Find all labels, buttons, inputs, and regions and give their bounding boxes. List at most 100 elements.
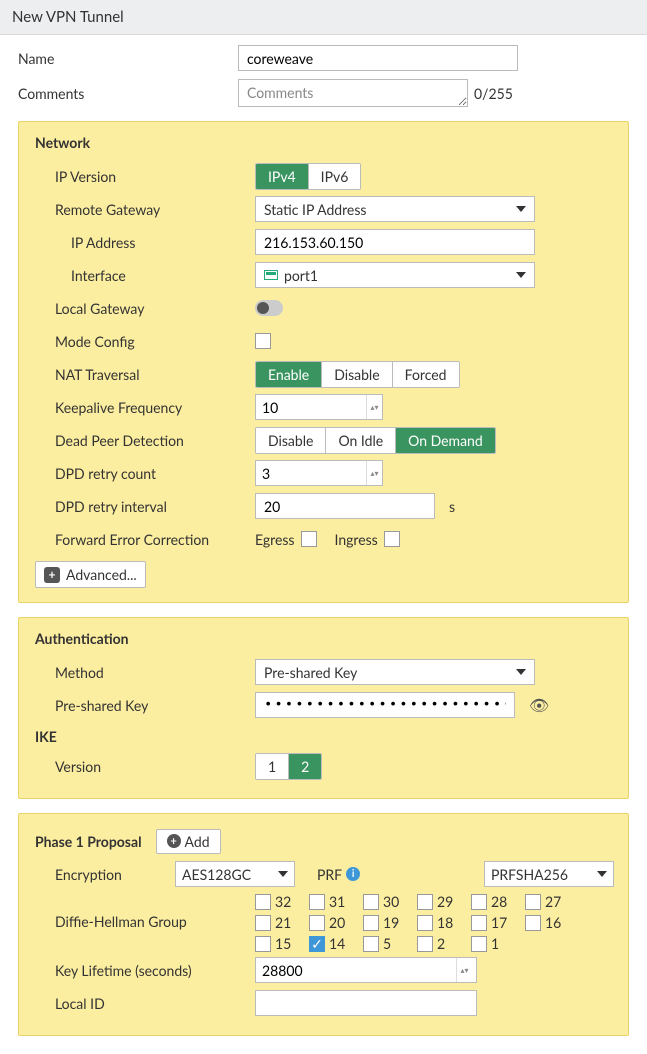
ipv6-option[interactable]: IPv6 bbox=[309, 164, 361, 189]
dh-group-30[interactable]: 30 bbox=[363, 893, 407, 910]
window-title: New VPN Tunnel bbox=[0, 0, 647, 35]
dh-label-17: 17 bbox=[491, 914, 507, 931]
phase1-head: Phase 1 Proposal bbox=[35, 833, 142, 850]
dh-group-2[interactable]: 2 bbox=[417, 935, 461, 952]
dpd-on-idle-option[interactable]: On Idle bbox=[326, 428, 396, 453]
dpd-retry-count-input[interactable] bbox=[256, 462, 366, 484]
dh-group-15[interactable]: 15 bbox=[255, 935, 299, 952]
fec-ingress-checkbox[interactable] bbox=[384, 531, 400, 547]
dh-checkbox-30[interactable] bbox=[363, 894, 379, 910]
keepalive-label: Keepalive Frequency bbox=[55, 399, 255, 416]
interface-dropdown[interactable]: port1 bbox=[255, 262, 535, 288]
chevron-down-icon bbox=[516, 669, 526, 675]
dh-group-label: Diffie-Hellman Group bbox=[55, 893, 255, 930]
reveal-password-icon[interactable]: 👁 bbox=[529, 696, 549, 715]
dh-group-28[interactable]: 28 bbox=[471, 893, 515, 910]
ip-address-label: IP Address bbox=[55, 234, 255, 251]
dh-checkbox-27[interactable] bbox=[525, 894, 541, 910]
psk-input[interactable] bbox=[255, 692, 515, 718]
dh-checkbox-1[interactable] bbox=[471, 936, 487, 952]
dh-group-1[interactable]: 1 bbox=[471, 935, 515, 952]
dpd-retry-count-stepper[interactable]: ▴▾ bbox=[255, 460, 383, 486]
keepalive-input[interactable] bbox=[256, 396, 366, 418]
spinner-icon[interactable]: ▴▾ bbox=[366, 461, 382, 485]
dh-label-2: 2 bbox=[437, 935, 445, 952]
dh-group-32[interactable]: 32 bbox=[255, 893, 299, 910]
dh-checkbox-18[interactable] bbox=[417, 915, 433, 931]
network-panel: Network IP Version IPv4 IPv6 Remote Gate… bbox=[18, 121, 629, 603]
fec-egress-checkbox[interactable] bbox=[301, 531, 317, 547]
dh-group-5[interactable]: 5 bbox=[363, 935, 407, 952]
dpd-retry-interval-label: DPD retry interval bbox=[55, 498, 255, 515]
dh-group-18[interactable]: 18 bbox=[417, 914, 461, 931]
dh-checkbox-15[interactable] bbox=[255, 936, 271, 952]
advanced-label: Advanced... bbox=[66, 566, 137, 583]
nat-traversal-segment: Enable Disable Forced bbox=[255, 361, 460, 388]
dpd-retry-count-label: DPD retry count bbox=[55, 465, 255, 482]
dh-checkbox-29[interactable] bbox=[417, 894, 433, 910]
dh-group-16[interactable]: 16 bbox=[525, 914, 569, 931]
ike-v2-option[interactable]: 2 bbox=[289, 754, 321, 779]
comments-textarea[interactable] bbox=[238, 79, 468, 107]
port-icon bbox=[264, 270, 278, 280]
encryption-dropdown[interactable]: AES128GC bbox=[175, 861, 295, 887]
dh-label-15: 15 bbox=[275, 935, 291, 952]
dh-label-5: 5 bbox=[383, 935, 391, 952]
nat-enable-option[interactable]: Enable bbox=[256, 362, 322, 387]
dh-checkbox-17[interactable] bbox=[471, 915, 487, 931]
ike-v1-option[interactable]: 1 bbox=[256, 754, 289, 779]
dh-checkbox-14[interactable]: ✓ bbox=[309, 936, 325, 952]
ipv4-option[interactable]: IPv4 bbox=[256, 164, 309, 189]
dh-group-17[interactable]: 17 bbox=[471, 914, 515, 931]
mode-config-checkbox[interactable] bbox=[255, 333, 271, 349]
advanced-button[interactable]: + Advanced... bbox=[35, 561, 146, 588]
dpd-retry-interval-input[interactable] bbox=[255, 493, 435, 519]
dh-group-20[interactable]: 20 bbox=[309, 914, 353, 931]
dh-checkbox-20[interactable] bbox=[309, 915, 325, 931]
dh-group-19[interactable]: 19 bbox=[363, 914, 407, 931]
local-id-input[interactable] bbox=[255, 990, 477, 1016]
dh-checkbox-2[interactable] bbox=[417, 936, 433, 952]
keepalive-stepper[interactable]: ▴▾ bbox=[255, 394, 383, 420]
ike-version-label: Version bbox=[55, 758, 255, 775]
name-label: Name bbox=[18, 50, 238, 67]
local-id-label: Local ID bbox=[55, 995, 255, 1012]
spinner-icon[interactable]: ▴▾ bbox=[456, 958, 472, 982]
remote-gateway-dropdown[interactable]: Static IP Address bbox=[255, 196, 535, 222]
dh-checkbox-19[interactable] bbox=[363, 915, 379, 931]
spinner-icon[interactable]: ▴▾ bbox=[366, 395, 382, 419]
local-gateway-toggle[interactable] bbox=[255, 300, 283, 316]
dpd-on-demand-option[interactable]: On Demand bbox=[396, 428, 495, 453]
dpd-disable-option[interactable]: Disable bbox=[256, 428, 326, 453]
method-dropdown[interactable]: Pre-shared Key bbox=[255, 659, 535, 685]
nat-forced-option[interactable]: Forced bbox=[393, 362, 459, 387]
dh-checkbox-31[interactable] bbox=[309, 894, 325, 910]
psk-label: Pre-shared Key bbox=[55, 697, 255, 714]
prf-dropdown[interactable]: PRFSHA256 bbox=[484, 861, 614, 887]
dh-checkbox-28[interactable] bbox=[471, 894, 487, 910]
comments-counter: 0/255 bbox=[474, 85, 513, 102]
ike-head: IKE bbox=[35, 728, 614, 745]
dh-checkbox-32[interactable] bbox=[255, 894, 271, 910]
dh-group-14[interactable]: ✓14 bbox=[309, 935, 353, 952]
dh-label-30: 30 bbox=[383, 893, 399, 910]
dh-group-31[interactable]: 31 bbox=[309, 893, 353, 910]
dh-label-27: 27 bbox=[545, 893, 561, 910]
add-proposal-button[interactable]: + Add bbox=[156, 829, 221, 854]
key-lifetime-input[interactable] bbox=[256, 959, 456, 981]
info-icon[interactable]: i bbox=[346, 867, 360, 881]
dh-checkbox-5[interactable] bbox=[363, 936, 379, 952]
network-head: Network bbox=[35, 134, 614, 151]
dh-label-31: 31 bbox=[329, 893, 345, 910]
nat-disable-option[interactable]: Disable bbox=[322, 362, 392, 387]
dh-group-27[interactable]: 27 bbox=[525, 893, 569, 910]
ip-address-input[interactable] bbox=[255, 229, 535, 255]
key-lifetime-stepper[interactable]: ▴▾ bbox=[255, 957, 477, 983]
name-input[interactable] bbox=[238, 45, 518, 71]
dh-label-1: 1 bbox=[491, 935, 499, 952]
dh-group-21[interactable]: 21 bbox=[255, 914, 299, 931]
dh-group-29[interactable]: 29 bbox=[417, 893, 461, 910]
dh-checkbox-21[interactable] bbox=[255, 915, 271, 931]
dh-checkbox-16[interactable] bbox=[525, 915, 541, 931]
interface-value: port1 bbox=[284, 267, 318, 284]
